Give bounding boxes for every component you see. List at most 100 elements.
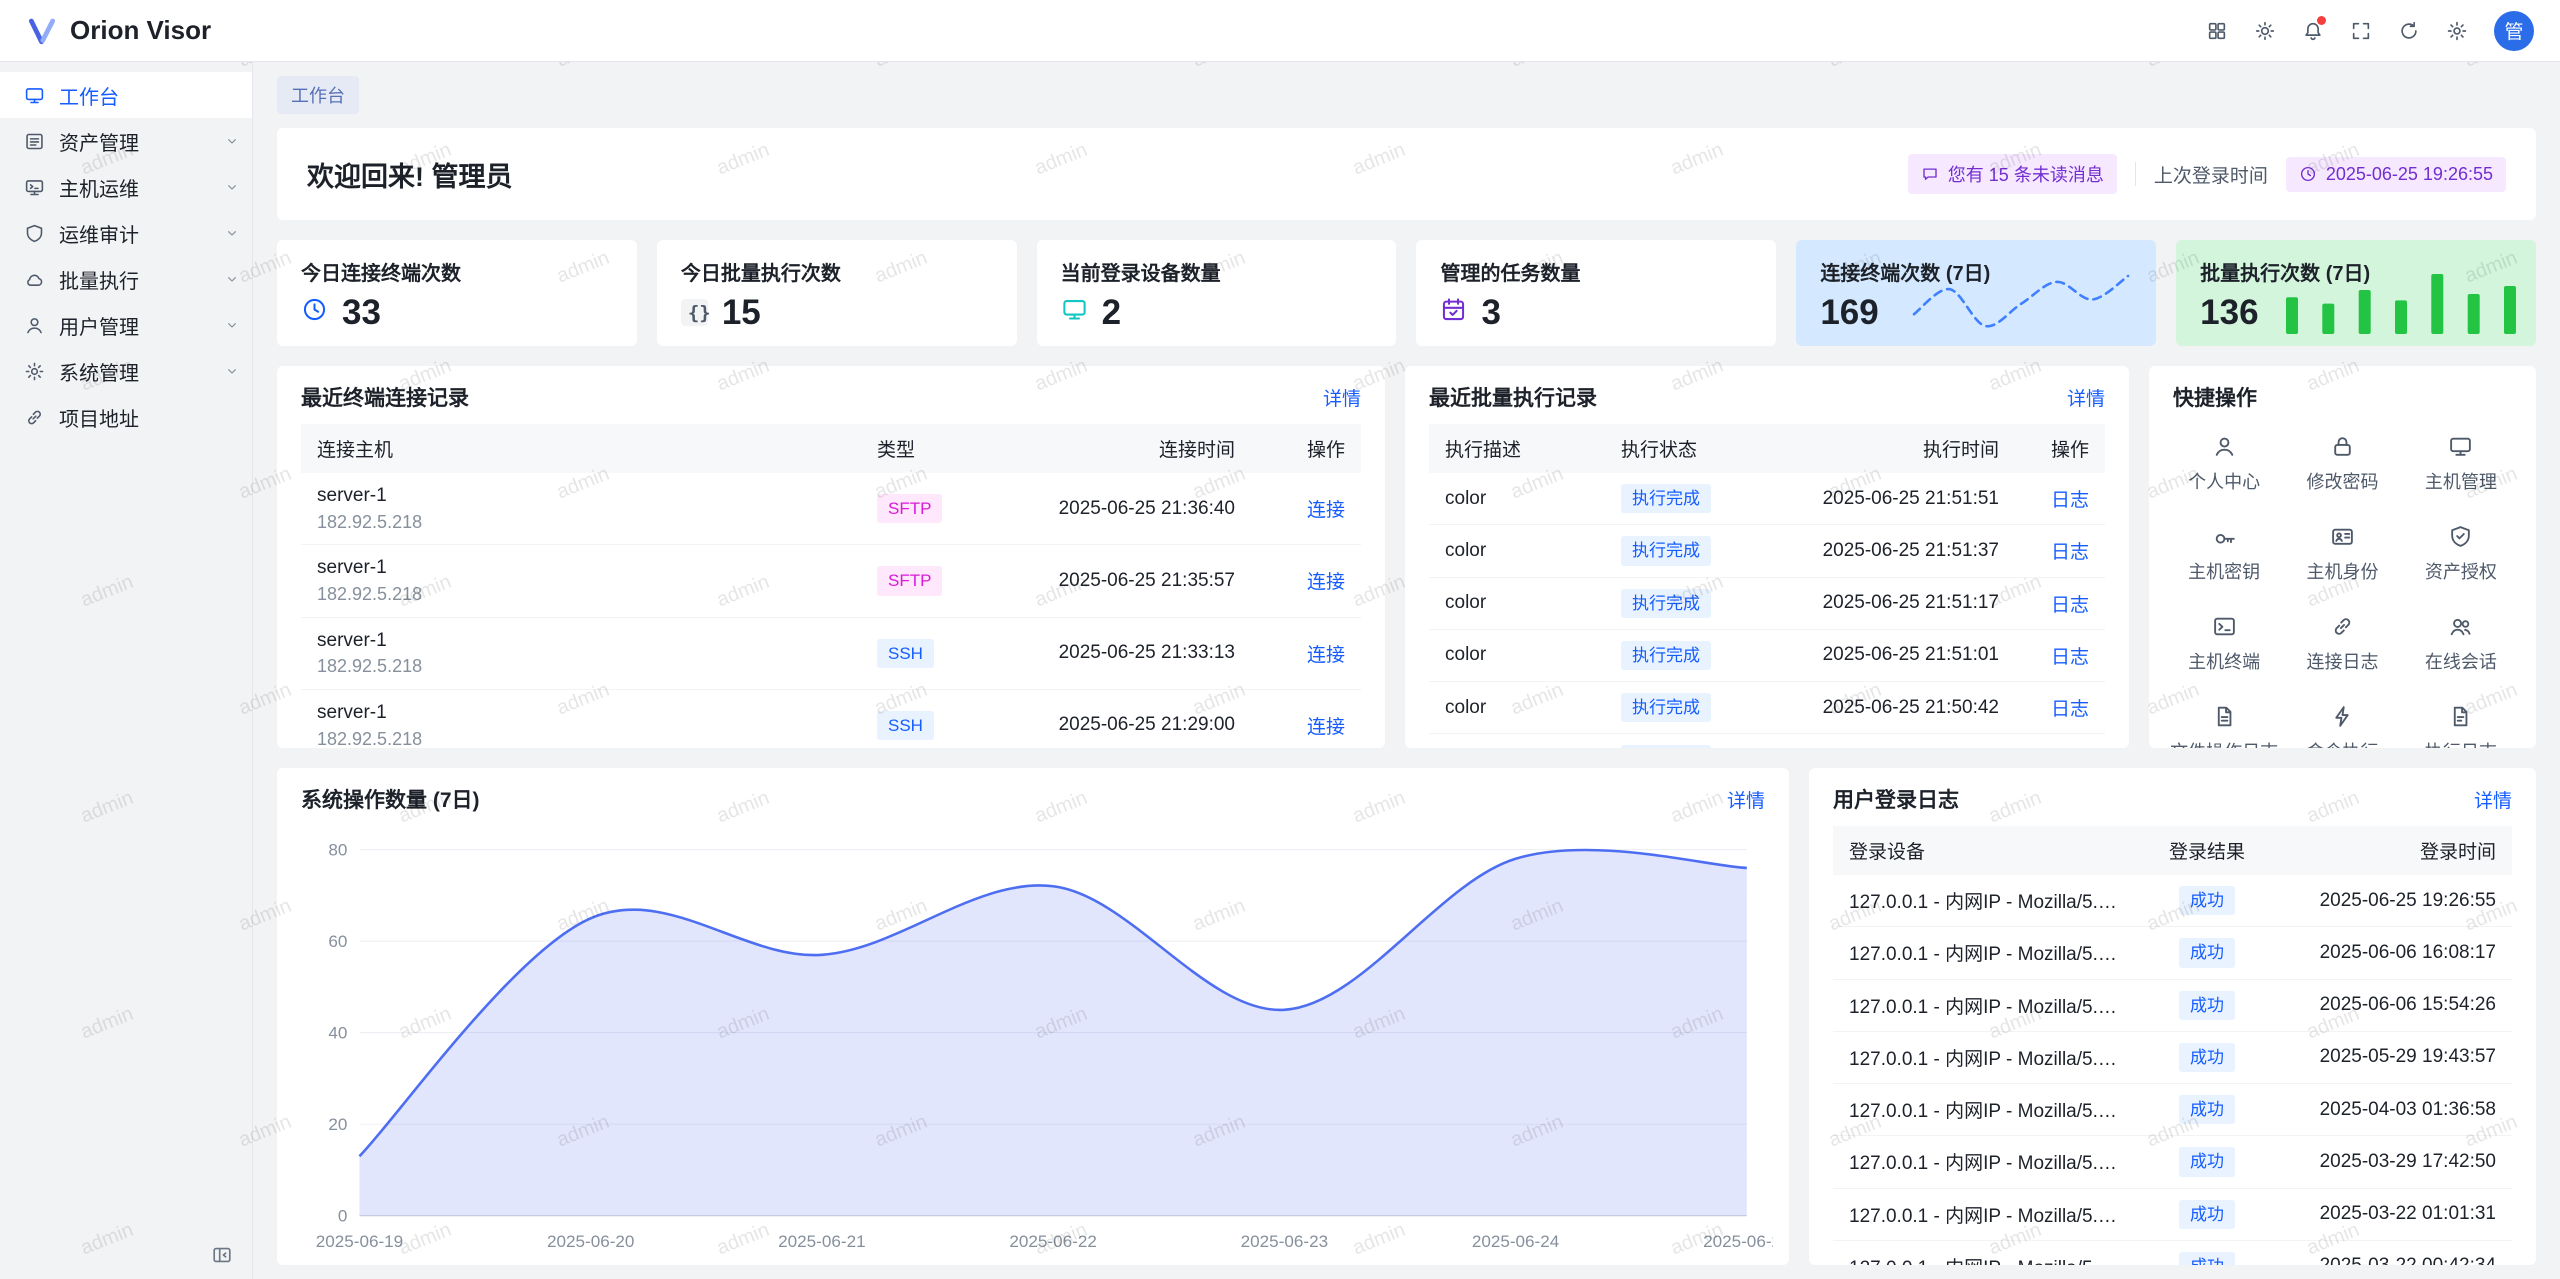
operations-chart-detail-link[interactable]: 详情 xyxy=(1727,786,1765,813)
sidebar-item-4[interactable]: 批量执行 xyxy=(0,256,252,302)
connect-time: 2025-06-25 21:35:57 xyxy=(991,545,1251,617)
quick-action-0[interactable]: 个人中心 xyxy=(2165,434,2283,494)
quick-action-label: 连接日志 xyxy=(2306,648,2378,674)
svg-text:2025-06-25: 2025-06-25 xyxy=(1703,1232,1773,1251)
file-log-icon xyxy=(2212,704,2237,729)
login-logs-detail-link[interactable]: 详情 xyxy=(2474,786,2512,813)
login-device: 127.0.0.1 - 内网IP - Mozilla/5.0 (Windows … xyxy=(1833,1136,2137,1188)
protocol-type-badge: SSH xyxy=(877,639,934,668)
sidebar-item-1[interactable]: 资产管理 xyxy=(0,118,252,164)
log-link[interactable]: 日志 xyxy=(2051,490,2089,511)
svg-text:60: 60 xyxy=(328,932,347,951)
stat-card-5: 批量执行次数 (7日)136 xyxy=(2176,240,2536,346)
sidebar-item-2[interactable]: 主机运维 xyxy=(0,164,252,210)
braces-icon: {} xyxy=(681,299,708,326)
quick-action-2[interactable]: 主机管理 xyxy=(2402,434,2520,494)
sidebar-item-6[interactable]: 系统管理 xyxy=(0,348,252,394)
app-title: Orion Visor xyxy=(70,15,211,46)
sidebar-collapse-button[interactable] xyxy=(206,1239,238,1271)
fullscreen-button[interactable] xyxy=(2340,10,2382,52)
log-link[interactable]: 日志 xyxy=(2051,699,2089,720)
login-device: 127.0.0.1 - 内网IP - Mozilla/5.0 (Windows … xyxy=(1833,1084,2137,1136)
connect-time: 2025-06-25 21:36:40 xyxy=(991,473,1251,545)
host-name: server-1 xyxy=(317,701,845,725)
stat-value: 3 xyxy=(1481,295,1500,330)
sidebar-item-3[interactable]: 运维审计 xyxy=(0,210,252,256)
quick-action-1[interactable]: 修改密码 xyxy=(2283,434,2401,494)
terminal-records-detail-link[interactable]: 详情 xyxy=(1323,384,1361,411)
notification-bell-button[interactable] xyxy=(2292,10,2334,52)
exec-status-badge: 执行完成 xyxy=(1621,745,1711,748)
sidebar-item-0[interactable]: 工作台 xyxy=(0,72,252,118)
connect-link[interactable]: 连接 xyxy=(1307,717,1345,738)
unread-messages-badge[interactable]: 您有 15 条未读消息 xyxy=(1908,154,2117,194)
quick-action-label: 文件操作日志 xyxy=(2170,738,2278,748)
operations-chart-card: 系统操作数量 (7日) 详情 0204060802025-06-192025-0… xyxy=(277,768,1789,1265)
table-row: server-1182.92.5.218SSH2025-06-25 21:29:… xyxy=(301,689,1361,748)
connect-link[interactable]: 连接 xyxy=(1307,645,1345,666)
svg-text:2025-06-21: 2025-06-21 xyxy=(778,1232,865,1251)
quick-action-10[interactable]: 命令执行 xyxy=(2283,704,2401,748)
quick-action-5[interactable]: 资产授权 xyxy=(2402,524,2520,584)
host-identity-icon xyxy=(2330,524,2355,549)
quick-action-11[interactable]: 执行日志 xyxy=(2402,704,2520,748)
batch-records-title: 最近批量执行记录 xyxy=(1429,382,1597,412)
host-ip: 182.92.5.218 xyxy=(317,511,845,534)
column-header: 执行状态 xyxy=(1605,424,1765,473)
refresh-icon xyxy=(2398,20,2420,42)
settings-gear-button[interactable] xyxy=(2436,10,2478,52)
stat-value: 15 xyxy=(722,295,761,330)
exec-status-badge: 执行完成 xyxy=(1621,641,1711,670)
login-device: 127.0.0.1 - 内网IP - Mozilla/5.0 (Windows … xyxy=(1833,979,2137,1031)
profile-user-icon xyxy=(2212,434,2237,459)
table-row: color执行完成2025-06-25 21:51:37日志 xyxy=(1429,525,2105,577)
login-time: 2025-06-06 16:08:17 xyxy=(2277,927,2512,979)
table-row: 127.0.0.1 - 内网IP - Mozilla/5.0 (Windows … xyxy=(1833,927,2512,979)
quick-action-label: 个人中心 xyxy=(2188,468,2260,494)
login-result-badge: 成功 xyxy=(2179,1147,2235,1176)
app-header: Orion Visor 管 xyxy=(0,0,2560,62)
clock-icon xyxy=(2299,165,2317,183)
quick-action-4[interactable]: 主机身份 xyxy=(2283,524,2401,584)
svg-text:40: 40 xyxy=(328,1024,347,1043)
sidebar-item-7[interactable]: 项目地址 xyxy=(0,394,252,440)
login-result-badge: 成功 xyxy=(2179,1043,2235,1072)
exec-desc: color xyxy=(1429,629,1605,681)
log-link[interactable]: 日志 xyxy=(2051,542,2089,563)
log-link[interactable]: 日志 xyxy=(2051,595,2089,616)
user-avatar[interactable]: 管 xyxy=(2494,11,2534,51)
terminal-trend-sparkline xyxy=(1906,268,2136,334)
refresh-button[interactable] xyxy=(2388,10,2430,52)
batch-records-detail-link[interactable]: 详情 xyxy=(2067,384,2105,411)
host-ip: 182.92.5.218 xyxy=(317,728,845,749)
quick-action-7[interactable]: 连接日志 xyxy=(2283,614,2401,674)
sidebar-item-label: 主机运维 xyxy=(59,173,139,202)
host-ops-icon xyxy=(24,177,45,198)
host-name: server-1 xyxy=(317,484,845,508)
exec-status-badge: 执行完成 xyxy=(1621,484,1711,513)
log-link[interactable]: 日志 xyxy=(2051,647,2089,668)
column-header: 操作 xyxy=(1251,424,1361,473)
login-result-badge: 成功 xyxy=(2179,1200,2235,1229)
table-row: color执行完成2025-06-25 21:51:51日志 xyxy=(1429,473,2105,525)
quick-action-8[interactable]: 在线会话 xyxy=(2402,614,2520,674)
apps-grid-button[interactable] xyxy=(2196,10,2238,52)
sidebar-item-label: 系统管理 xyxy=(59,357,139,386)
theme-sun-button[interactable] xyxy=(2244,10,2286,52)
connect-link[interactable]: 连接 xyxy=(1307,500,1345,521)
quick-action-6[interactable]: 主机终端 xyxy=(2165,614,2283,674)
quick-actions-card: 快捷操作 个人中心修改密码主机管理主机密钥主机身份资产授权主机终端连接日志在线会… xyxy=(2149,366,2536,748)
login-device: 127.0.0.1 - 内网IP - Mozilla/5.0 (Windows … xyxy=(1833,1240,2137,1265)
sidebar-item-5[interactable]: 用户管理 xyxy=(0,302,252,348)
connect-link[interactable]: 连接 xyxy=(1307,572,1345,593)
quick-action-9[interactable]: 文件操作日志 xyxy=(2165,704,2283,748)
column-header: 连接主机 xyxy=(301,424,861,473)
quick-action-label: 主机身份 xyxy=(2306,558,2378,584)
breadcrumb-item-workbench: 工作台 xyxy=(291,86,345,106)
breadcrumb[interactable]: 工作台 xyxy=(277,76,359,114)
stat-card-4: 连接终端次数 (7日)169 xyxy=(1796,240,2156,346)
quick-action-3[interactable]: 主机密钥 xyxy=(2165,524,2283,584)
exec-log-icon xyxy=(2448,704,2473,729)
welcome-title: 欢迎回来! 管理员 xyxy=(307,155,513,194)
login-result-badge: 成功 xyxy=(2179,938,2235,967)
